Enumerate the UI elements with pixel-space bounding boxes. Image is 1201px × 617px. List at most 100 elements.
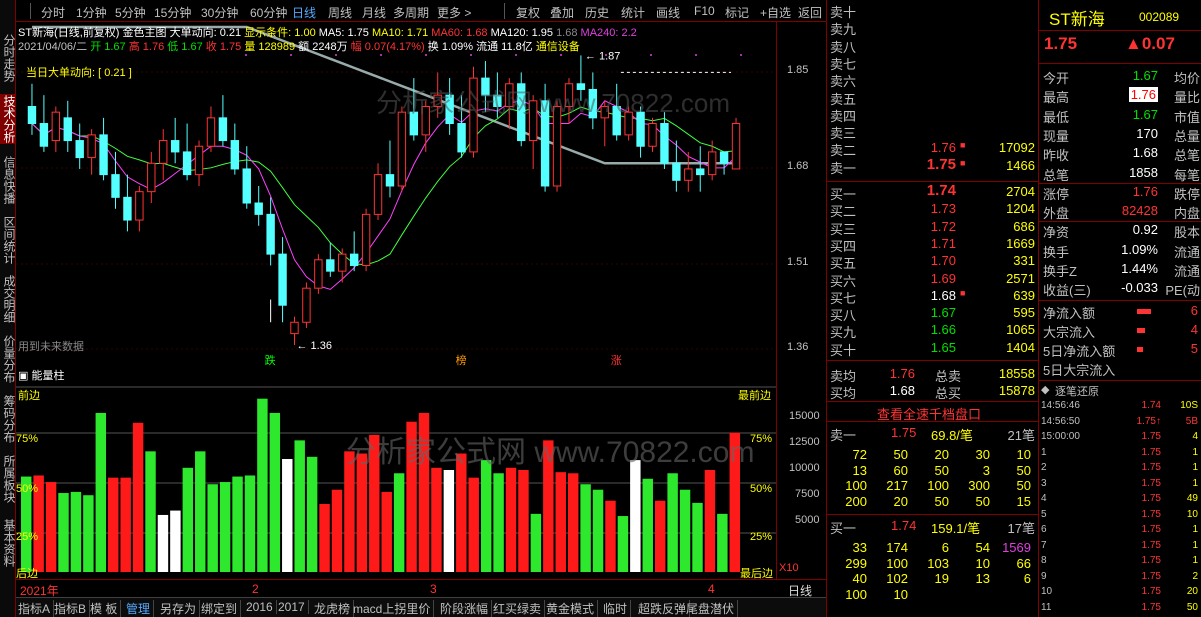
volume-bar[interactable] [83, 495, 94, 572]
bottom-tab-11[interactable]: 红买绿卖 [493, 600, 546, 617]
candle[interactable] [719, 151, 729, 175]
toolbar-item-9[interactable]: 多周期 [393, 4, 429, 21]
volume-bar[interactable] [654, 500, 666, 572]
bid-level-row[interactable]: 买八 1.67 595 [827, 305, 1039, 323]
volume-bar[interactable] [319, 503, 330, 572]
volume-bar[interactable] [480, 460, 492, 572]
volume-bar[interactable] [393, 473, 405, 572]
volume-bar[interactable] [294, 440, 305, 572]
volume-bar[interactable] [269, 412, 281, 572]
toolbar-item-1[interactable]: 1分钟 [76, 4, 107, 21]
volume-bar[interactable] [282, 459, 293, 572]
volume-bar[interactable] [195, 451, 206, 572]
volume-bar[interactable] [717, 513, 728, 572]
volume-bar[interactable] [505, 467, 517, 572]
candle[interactable] [707, 140, 717, 181]
candle[interactable] [135, 185, 144, 232]
toolbar-item-17[interactable]: 标记 [725, 4, 749, 21]
toolbar-item-2[interactable]: 5分钟 [115, 4, 146, 21]
candle[interactable] [206, 106, 216, 152]
volume-bar[interactable] [70, 491, 82, 572]
bottom-tab-0[interactable]: 指标A [18, 600, 55, 617]
toolbar-item-8[interactable]: 月线 [362, 4, 386, 21]
candle[interactable] [314, 254, 323, 294]
candle[interactable] [182, 123, 192, 181]
toolbar-item-11[interactable]: 复权 [516, 4, 540, 21]
left-nav-4[interactable]: 成交明细 [0, 272, 16, 326]
candle[interactable] [361, 208, 371, 272]
toolbar-item-5[interactable]: 60分钟 [250, 4, 287, 21]
volume-bar[interactable] [605, 500, 616, 572]
volume-bar[interactable] [493, 473, 504, 572]
candle[interactable] [39, 95, 49, 152]
bottom-tab-2[interactable]: 模 板 [90, 600, 122, 617]
toolbar-item-14[interactable]: 统计 [621, 4, 645, 21]
volume-bar[interactable] [555, 472, 566, 572]
candle[interactable] [385, 140, 395, 198]
volume-bar[interactable] [692, 502, 703, 572]
toolbar-item-18[interactable]: +自选 [760, 4, 791, 21]
candle[interactable] [194, 140, 204, 186]
toolbar-item-16[interactable]: F10 [694, 4, 715, 18]
candle[interactable] [147, 151, 156, 204]
toolbar-item-0[interactable]: 分时 [41, 4, 65, 21]
bottom-tab-4[interactable]: 另存为 [160, 600, 201, 617]
volume-panel[interactable]: 分析家公式网 www.70822.com ▣ 能量柱 前边 最前边 75% 75… [16, 367, 776, 580]
ask-level-row[interactable]: 卖三 [827, 123, 1039, 141]
bid-level-row[interactable]: 买九 1.66 1065 [827, 322, 1039, 340]
volume-bar[interactable] [58, 493, 69, 572]
volume-bar[interactable] [207, 484, 218, 572]
bottom-tab-1[interactable]: 指标B [54, 600, 91, 617]
volume-bar[interactable] [567, 473, 579, 572]
bid-level-row[interactable]: 买六 1.69 2571 [827, 271, 1039, 289]
volume-bar[interactable] [431, 467, 442, 572]
bottom-tab-10[interactable]: 阶段涨幅 [440, 600, 493, 617]
volume-bar[interactable] [642, 478, 653, 572]
volume-bar[interactable] [617, 516, 629, 572]
candle[interactable] [254, 185, 263, 226]
ask-level-row[interactable]: 卖六 [827, 71, 1039, 89]
volume-bar[interactable] [518, 469, 529, 572]
volume-bar[interactable] [667, 473, 678, 572]
bottom-tab-12[interactable]: 黄金模式 [546, 600, 599, 617]
candle[interactable] [266, 197, 275, 266]
candle[interactable] [660, 112, 669, 169]
volume-bar[interactable] [145, 451, 156, 572]
ask-level-row[interactable]: 卖五 [827, 89, 1039, 107]
left-nav-7[interactable]: 所属板块 [0, 452, 16, 506]
candle[interactable] [75, 123, 84, 169]
candle[interactable] [242, 146, 251, 209]
volume-bar[interactable] [232, 476, 243, 572]
volume-bar[interactable] [120, 477, 131, 572]
candle[interactable] [731, 117, 741, 170]
bid-level-row[interactable]: 买十 1.65 1404 [827, 340, 1039, 358]
candle[interactable] [123, 174, 132, 232]
bottom-tab-14[interactable]: 超跌反弹 [638, 600, 691, 617]
left-nav-2[interactable]: 信息快播 [0, 152, 16, 208]
candlestick-chart[interactable]: ← 1.87 ← 1.36 跌榜涨分析家公式网 www.70822.com ST新海… [16, 22, 832, 367]
ask-level-row[interactable]: 卖一 1.75 ■ 1466 [827, 156, 1039, 176]
toolbar-item-10[interactable]: 更多 > [437, 4, 471, 21]
toolbar-item-12[interactable]: 叠加 [550, 4, 574, 21]
volume-bar[interactable] [306, 456, 318, 572]
bottom-tab-6[interactable]: 2016 [246, 600, 277, 614]
bottom-tab-15[interactable]: 尾盘潜伏 [686, 600, 739, 617]
candle[interactable] [373, 163, 383, 221]
toolbar-item-7[interactable]: 周线 [328, 4, 352, 21]
left-nav-1[interactable]: 技术分析 [0, 94, 16, 144]
bottom-tab-9[interactable]: macd上拐里价 [353, 600, 435, 617]
volume-bar[interactable] [580, 484, 591, 572]
bottom-tab-8[interactable]: 龙虎榜 [314, 600, 355, 617]
volume-bar[interactable] [344, 451, 355, 572]
candle[interactable] [170, 117, 180, 164]
ask-level-row[interactable]: 卖四 [827, 106, 1039, 124]
candle[interactable] [338, 248, 347, 283]
ask-level-row[interactable]: 卖九 [827, 19, 1039, 37]
candle[interactable] [349, 231, 359, 272]
volume-bar[interactable] [530, 513, 542, 572]
volume-bar[interactable] [704, 469, 716, 572]
candle[interactable] [326, 242, 335, 277]
candle[interactable] [99, 117, 108, 181]
candle[interactable] [159, 129, 168, 181]
volume-bar[interactable] [95, 412, 107, 572]
